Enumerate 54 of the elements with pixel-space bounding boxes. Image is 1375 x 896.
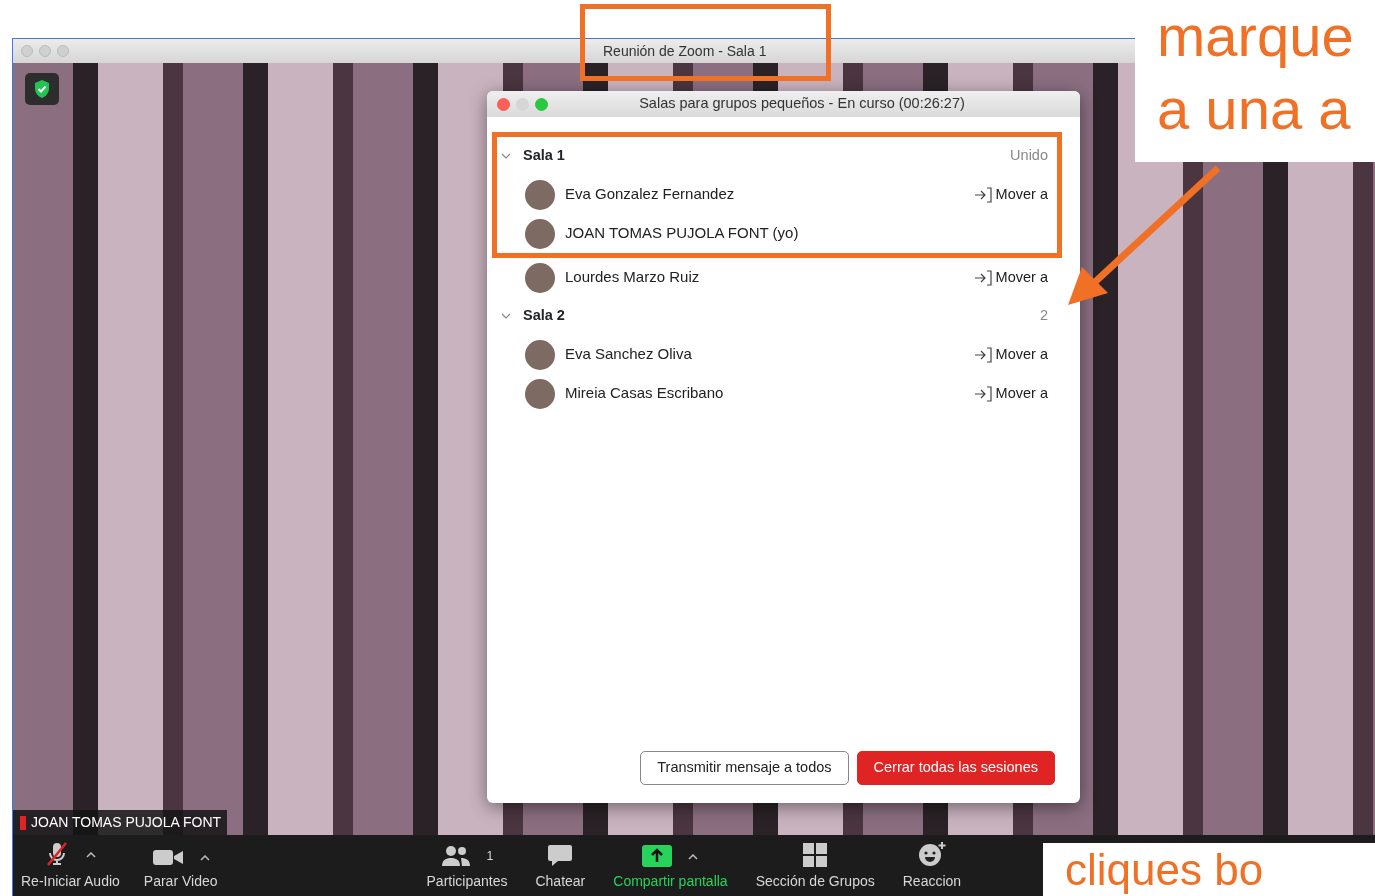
move-icon [973,385,992,402]
window-control-button[interactable] [535,97,548,111]
participant-name: JOAN TOMAS PUJOLA FONT [31,813,222,832]
move-icon [973,269,992,286]
participant-row[interactable]: Eva Sanchez Oliva Mover a [501,335,1048,374]
people-icon [440,845,471,867]
dialog-title: Salas para grupos pequeños - En curso (00:26:27) [638,94,966,114]
move-to-button[interactable]: Mover a [973,382,1048,405]
chevron-icon[interactable] [501,153,511,159]
participant-name: Lourdes Marzo Ruiz [565,267,700,288]
toolbar-button[interactable]: Parar Video [141,847,220,892]
room-status: Unido [1010,146,1048,166]
toolbar-button[interactable]: Sección de Grupos [753,843,877,892]
broadcast-button[interactable]: Transmitir mensaje a todos [640,751,849,785]
toolbar-button[interactable]: Reaccion [900,841,964,892]
avatar [525,218,555,249]
room-name[interactable]: Sala 2 [523,305,565,327]
toolbar-button[interactable]: Re-Iniciar Audio [19,841,122,892]
move-icon [973,346,992,363]
participant-count: 1 [486,847,494,865]
room-status: 2 [1039,306,1048,326]
callout-text: a una a [1157,74,1352,143]
security-shield-icon[interactable] [25,73,59,105]
participant-row[interactable]: Mireia Casas Escribano Mover a [501,374,1048,413]
room-name[interactable]: Sala 1 [523,145,565,167]
toolbar-button[interactable]: 1 Participantes [424,845,510,892]
participant-name: Eva Gonzalez Fernandez [565,184,735,205]
move-to-button[interactable]: Mover a [973,183,1048,206]
move-icon [973,186,992,203]
toolbar-button[interactable]: Chatear [533,843,588,892]
participant-name: JOAN TOMAS PUJOLA FONT (yo) [565,223,799,244]
window-control-button[interactable] [497,97,510,111]
callout-text: cliques bo [1065,844,1265,896]
smiley-icon [917,841,946,867]
chevron-icon[interactable] [501,313,511,319]
chat-bubble-icon [547,843,574,867]
share-screen-icon [642,845,673,867]
participant-row[interactable]: JOAN TOMAS PUJOLA FONT (yo) [501,214,1048,253]
callout-text: marque [1157,2,1355,70]
avatar [525,179,555,210]
participant-name: Mireia Casas Escribano [565,383,724,404]
move-to-button[interactable]: Mover a [973,343,1048,366]
participant-row[interactable]: Eva Gonzalez Fernandez Mover a [501,175,1048,214]
close-all-button[interactable]: Cerrar todas las sesiones [856,751,1055,785]
window-title: Reunión de Zoom - Sala 1 [603,41,767,61]
move-to-button[interactable]: Mover a [973,266,1048,289]
participant-row[interactable]: Lourdes Marzo Ruiz Mover a [501,258,1048,297]
toolbar-button[interactable]: Compartir pantalla [611,845,730,892]
participant-name: Eva Sanchez Oliva [565,344,692,365]
avatar [525,378,555,409]
avatar [525,339,555,370]
grid-icon [803,843,828,867]
avatar [525,262,555,293]
video-camera-icon [151,847,184,867]
